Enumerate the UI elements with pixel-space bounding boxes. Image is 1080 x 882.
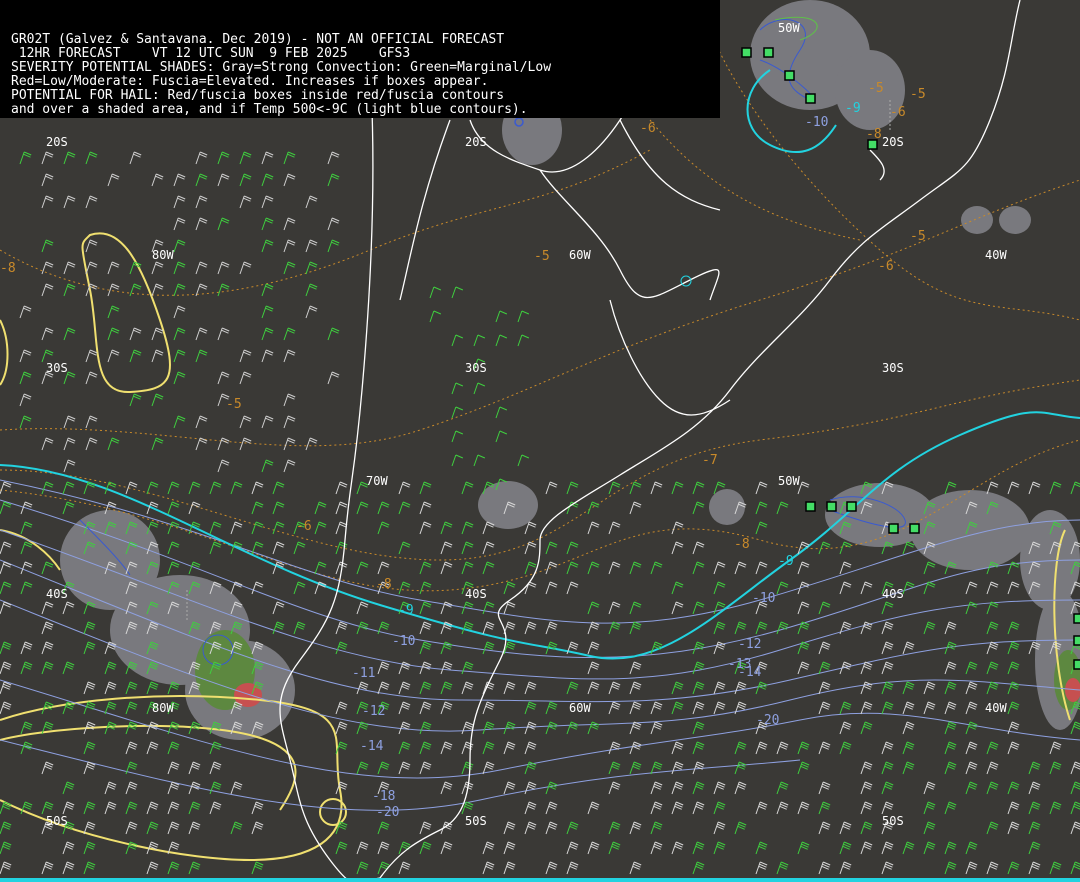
temp-label-m12-a: -12 (362, 704, 385, 719)
lon-label-80w-s: 80W (152, 701, 174, 715)
hail-box-3 (784, 70, 795, 81)
temp-label-m14-b: -14 (738, 665, 762, 680)
hail-box-13 (1073, 659, 1080, 670)
lon-label-80w-n: 80W (152, 248, 174, 262)
header-title: GR02T (Galvez & Santavana. Dec 2019) - N… (11, 32, 505, 47)
hail-box-12 (1073, 635, 1080, 646)
temp-label-m8-c: -8 (0, 261, 16, 276)
temp-label-m10-c: -10 (805, 115, 828, 130)
forecast-header: GR02T (Galvez & Santavana. Dec 2019) - N… (0, 0, 720, 118)
temp-label-m20-b: -20 (756, 713, 779, 728)
hail-box-8 (846, 501, 857, 512)
header-legend-hail: POTENTIAL FOR HAIL: Red/fuscia boxes ins… (11, 88, 505, 103)
temp-label-m8-a: -8 (376, 577, 392, 592)
temp-label-m9-b: -9 (778, 554, 794, 569)
lat-label-30s-c: 30S (465, 361, 487, 375)
header-legend-hail-cond: and over a shaded area, and if Temp 500<… (11, 102, 528, 117)
hail-box-4 (805, 93, 816, 104)
lat-label-20s-c: 20S (465, 135, 487, 149)
lat-label-50s-w: 50S (46, 814, 68, 828)
lon-label-70w: 70W (366, 474, 388, 488)
hail-box-10 (909, 523, 920, 534)
hail-box-9 (888, 523, 899, 534)
temp-label-m6-b: -6 (878, 259, 894, 274)
lat-label-30s-w: 30S (46, 361, 68, 375)
temp-label-m12-b: -12 (738, 637, 761, 652)
lon-label-50w-s: 50W (778, 474, 800, 488)
hail-box-2 (763, 47, 774, 58)
hail-box-1 (741, 47, 752, 58)
temp-label-m14-a: -14 (360, 739, 384, 754)
shade-se-b (999, 206, 1031, 234)
lat-label-50s-c: 50S (465, 814, 487, 828)
lat-label-30s-e: 30S (882, 361, 904, 375)
header-valid-time: 12HR FORECAST VT 12 UTC SUN 9 FEB 2025 G… (11, 46, 411, 61)
lon-label-60w-s: 60W (569, 701, 591, 715)
temp-label-m6-c: -6 (890, 105, 906, 120)
temp-label-m7: -7 (702, 453, 718, 468)
temp-label-m5-c: -5 (910, 229, 926, 244)
hail-box-7 (826, 501, 837, 512)
temp-label-m5-b: -5 (226, 397, 242, 412)
temp-label-m8-b: -8 (734, 537, 750, 552)
lon-label-40w-s: 40W (985, 701, 1007, 715)
temp-label-m9-c: -9 (845, 101, 861, 116)
lat-label-40s-w: 40S (46, 587, 68, 601)
shade-se-a (961, 206, 993, 234)
temp-label-m10-a: -10 (392, 634, 415, 649)
header-legend-colors: Red=Low/Moderate: Fuscia=Elevated. Incre… (11, 74, 489, 89)
temp-label-m6-d: -6 (296, 519, 312, 534)
hail-box-6 (805, 501, 816, 512)
lon-label-50w-n: 50W (778, 21, 800, 35)
temp-label-m5-d: -5 (910, 87, 926, 102)
temp-label-m11: -11 (352, 666, 375, 681)
shade-uy (709, 489, 745, 525)
lon-label-40w-n: 40W (985, 248, 1007, 262)
temp-label-m18: -18 (372, 789, 395, 804)
lat-label-40s-c: 40S (465, 587, 487, 601)
temp-label-m10-b: -10 (752, 591, 775, 606)
hail-box-5 (867, 139, 878, 150)
temp-label-m5-a: -5 (534, 249, 550, 264)
header-legend-shades: SEVERITY POTENTIAL SHADES: Gray=Strong C… (11, 60, 552, 75)
forecast-map: 20S 20S 20S 30S 30S 30S 40S 40S 40S 50S … (0, 0, 1080, 882)
lat-label-40s-e: 40S (882, 587, 904, 601)
shade-arg-c (478, 481, 538, 529)
lat-label-20s-e: 20S (882, 135, 904, 149)
bottom-border (0, 878, 1080, 882)
temp-label-m6-a: -6 (640, 121, 656, 136)
temp-label-m20-a: -20 (376, 805, 399, 820)
lat-label-20s-w: 20S (46, 135, 68, 149)
temp-label-m5-e: -5 (868, 81, 884, 96)
lon-label-60w-n: 60W (569, 248, 591, 262)
temp-label-m9-a: -9 (398, 603, 414, 618)
hail-box-11 (1073, 613, 1080, 624)
lat-label-50s-e: 50S (882, 814, 904, 828)
